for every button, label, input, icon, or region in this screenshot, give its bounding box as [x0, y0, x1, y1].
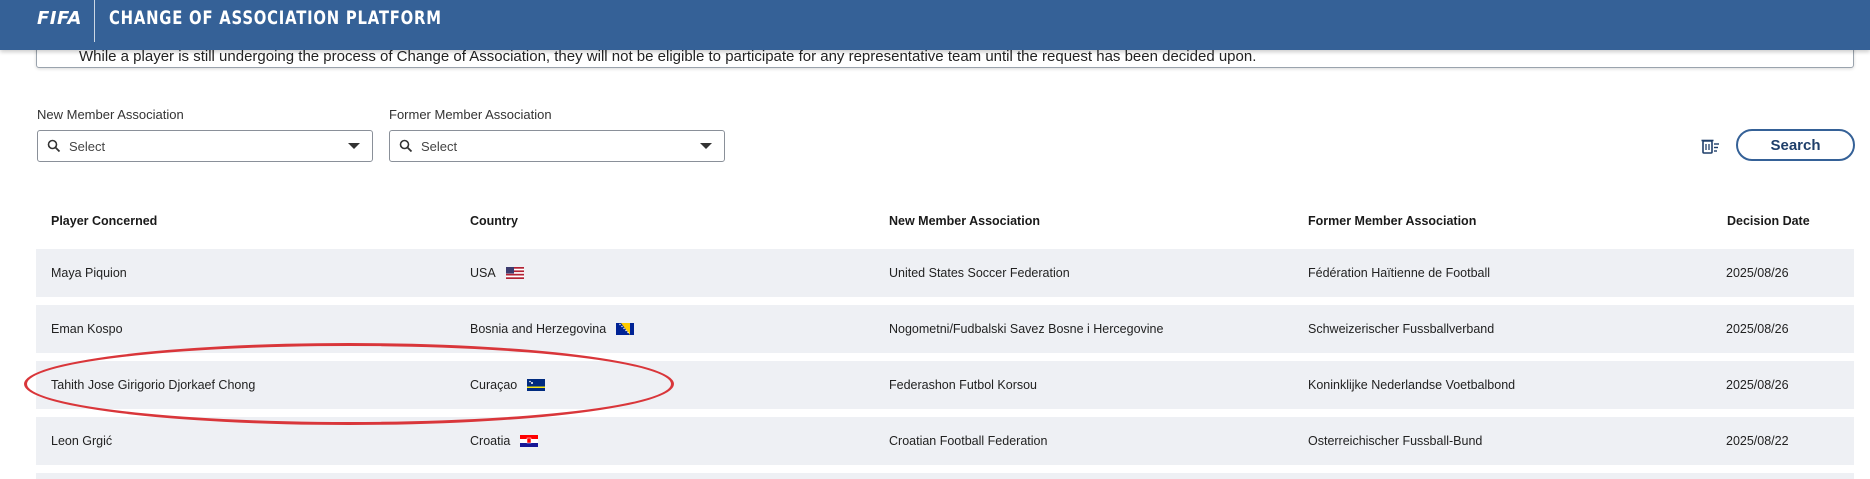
- new-member-association-cell: Croatian Football Federation: [889, 434, 1048, 448]
- country-name: Croatia: [470, 434, 511, 448]
- new-member-association-placeholder: Select: [69, 138, 106, 154]
- column-header-player[interactable]: Player Concerned: [51, 214, 157, 228]
- former-member-association-cell: Koninklijke Nederlandse Voetbalbond: [1308, 378, 1516, 392]
- decision-date-cell: 2025/08/22: [1726, 434, 1789, 448]
- player-name-cell: Leon Grgić: [51, 434, 113, 448]
- page-title: CHANGE OF ASSOCIATION PLATFORM: [108, 7, 442, 29]
- new-member-association-label: New Member Association: [37, 107, 184, 122]
- notice-text: While a player is still undergoing the p…: [79, 48, 1257, 65]
- former-member-association-label: Former Member Association: [389, 107, 552, 122]
- country-cell: Croatia: [470, 417, 539, 465]
- former-member-association-select[interactable]: Select: [389, 130, 725, 162]
- search-icon: [399, 139, 413, 153]
- new-member-association-select[interactable]: Select: [37, 130, 373, 162]
- table-row[interactable]: Leon Grgić Croatia Croatian Football Fed…: [36, 417, 1854, 465]
- clear-filters-icon[interactable]: [1700, 136, 1720, 156]
- table-row[interactable]: Eman Kospo Bosnia and Herzegovina Nogome…: [36, 305, 1854, 353]
- player-name-cell: Maya Piquion: [51, 266, 127, 280]
- table-row[interactable]: [36, 473, 1854, 479]
- player-name-cell: Eman Kospo: [51, 322, 123, 336]
- chevron-down-icon: [700, 143, 712, 149]
- former-member-association-cell: Fédération Haïtienne de Football: [1308, 266, 1491, 280]
- country-name: Curaçao: [470, 378, 518, 392]
- search-icon: [47, 139, 61, 153]
- column-header-former-member-association[interactable]: Former Member Association: [1308, 214, 1476, 228]
- ba-flag-icon: [616, 323, 635, 335]
- column-header-country[interactable]: Country: [470, 214, 518, 228]
- app-header: FIFA CHANGE OF ASSOCIATION PLATFORM: [0, 0, 1870, 50]
- table-row[interactable]: Tahith Jose Girigorio Djorkaef Chong Cur…: [36, 361, 1854, 409]
- decision-date-cell: 2025/08/26: [1726, 266, 1789, 280]
- header-divider: [93, 0, 95, 42]
- table-row[interactable]: Maya Piquion USA United States Soccer Fe…: [36, 249, 1854, 297]
- chevron-down-icon: [348, 143, 360, 149]
- country-cell: Bosnia and Herzegovina: [470, 305, 635, 353]
- hr-flag-icon: [520, 435, 539, 447]
- cw-flag-icon: [527, 379, 546, 391]
- former-member-association-cell: Osterreichischer Fussball-Bund: [1308, 434, 1483, 448]
- new-member-association-cell: Federashon Futbol Korsou: [889, 378, 1038, 392]
- country-name: Bosnia and Herzegovina: [470, 322, 607, 336]
- decision-date-cell: 2025/08/26: [1726, 378, 1789, 392]
- fifa-logo[interactable]: FIFA: [37, 7, 82, 31]
- new-member-association-cell: United States Soccer Federation: [889, 266, 1070, 280]
- player-name-cell: Tahith Jose Girigorio Djorkaef Chong: [51, 378, 256, 392]
- decision-date-cell: 2025/08/26: [1726, 322, 1789, 336]
- country-cell: Curaçao: [470, 361, 546, 409]
- country-name: USA: [470, 266, 496, 280]
- column-header-new-member-association[interactable]: New Member Association: [889, 214, 1040, 228]
- former-member-association-placeholder: Select: [421, 138, 458, 154]
- us-flag-icon: [505, 267, 524, 279]
- former-member-association-cell: Schweizerischer Fussballverband: [1308, 322, 1495, 336]
- search-button[interactable]: Search: [1736, 129, 1855, 161]
- new-member-association-cell: Nogometni/Fudbalski Savez Bosne i Herceg…: [889, 322, 1164, 336]
- country-cell: USA: [470, 249, 524, 297]
- column-header-decision-date[interactable]: Decision Date: [1727, 214, 1810, 228]
